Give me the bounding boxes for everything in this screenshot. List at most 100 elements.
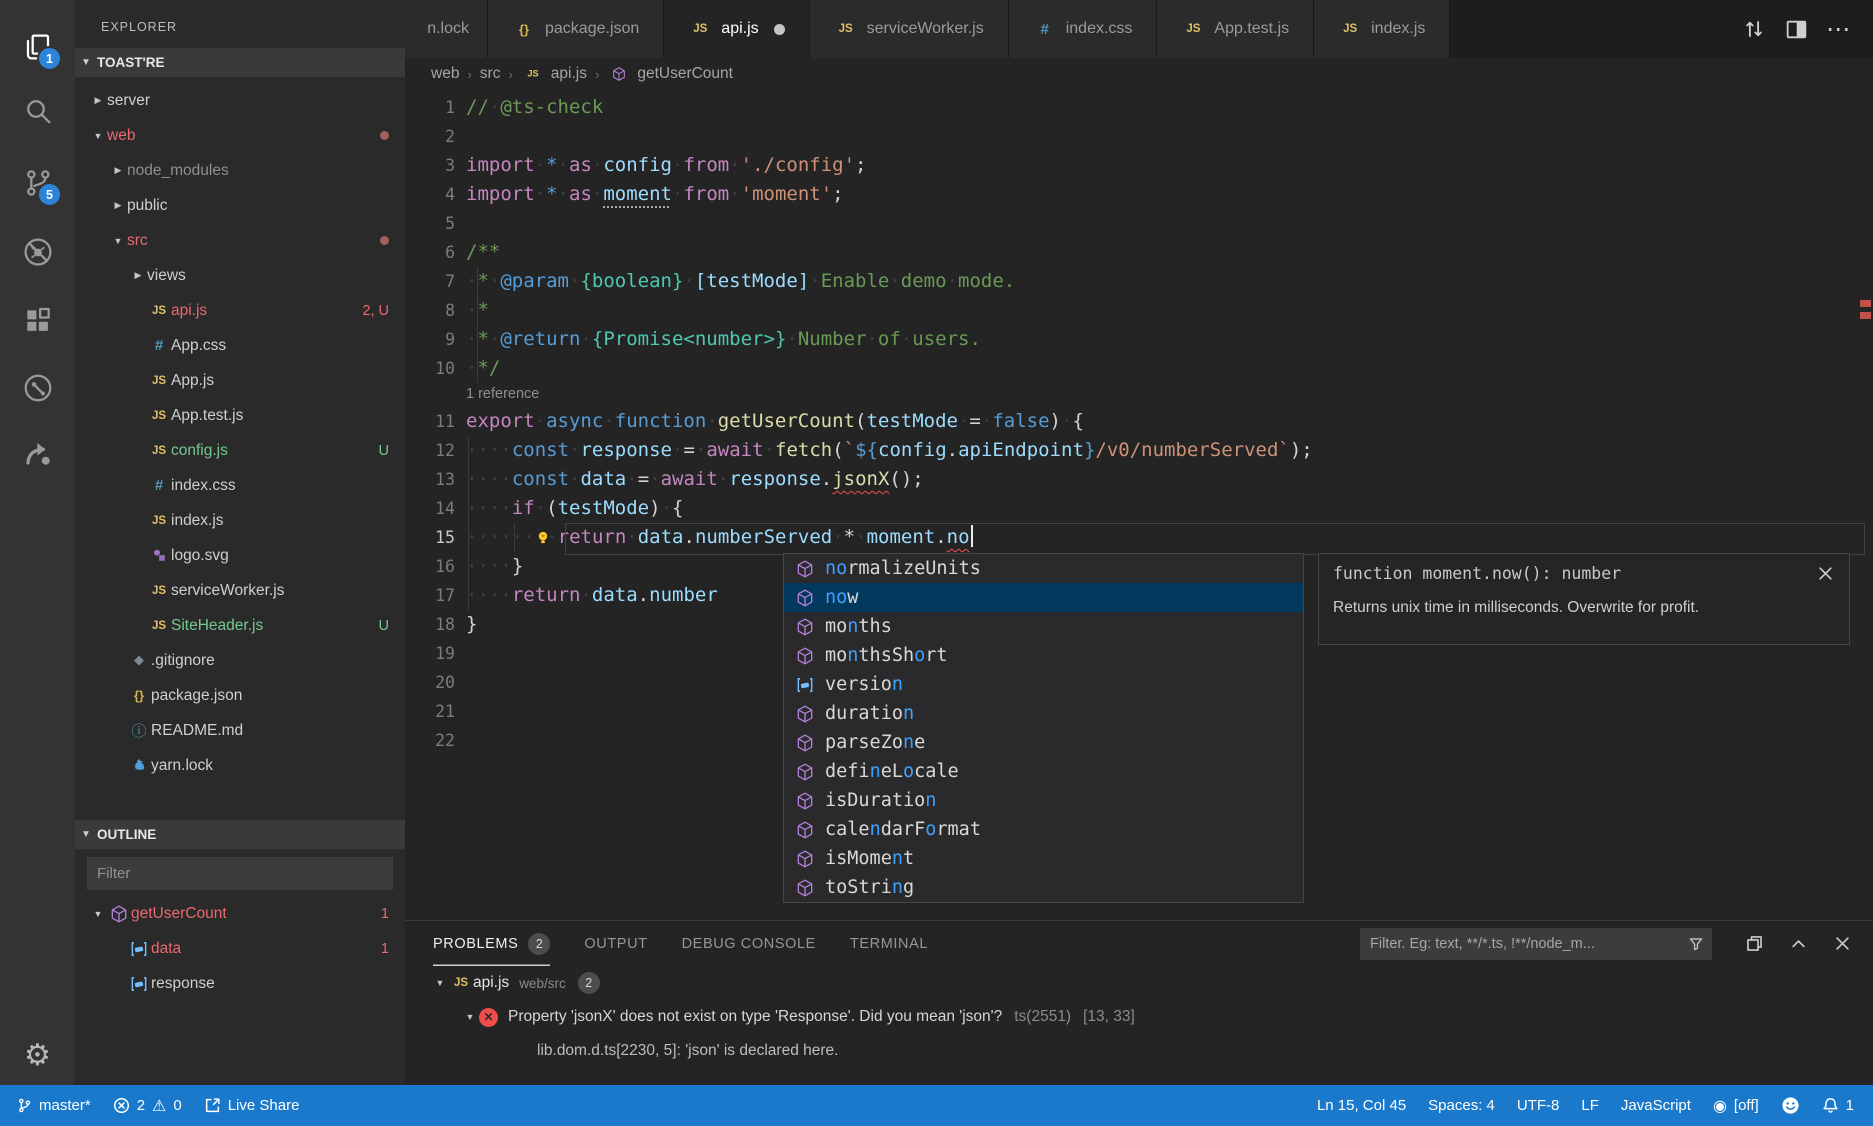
- code-text[interactable]: ····const·data·=·await·response.jsonX();: [466, 465, 924, 494]
- tree-item-logo.svg[interactable]: logo.svg: [75, 538, 405, 573]
- panel-tab-debug-console[interactable]: DEBUG CONSOLE: [682, 921, 816, 966]
- tree-item-index.css[interactable]: #index.css: [75, 468, 405, 503]
- code-line-3[interactable]: 3 import·*·as·config·from·'./config';: [405, 151, 1873, 180]
- activity-item-explorer[interactable]: 1: [0, 22, 75, 72]
- outline-item-getusercount[interactable]: ▼getUserCount1: [75, 896, 405, 931]
- code-line-14[interactable]: 14····if·(testMode)·{: [405, 494, 1873, 523]
- line-number[interactable]: 13: [405, 465, 455, 494]
- tree-item-node_modules[interactable]: ▶node_modules: [75, 153, 405, 188]
- line-number[interactable]: 8: [405, 296, 455, 325]
- line-number[interactable]: 16: [405, 552, 455, 581]
- problems-filter-input[interactable]: [1360, 936, 1688, 952]
- tree-item-public[interactable]: ▶public: [75, 188, 405, 223]
- line-number[interactable]: 14: [405, 494, 455, 523]
- panel-tab-output[interactable]: OUTPUT: [584, 921, 647, 966]
- activity-item-source-control[interactable]: 5: [0, 158, 75, 208]
- lightbulb-icon[interactable]: [531, 523, 555, 552]
- code-text[interactable]: ····}: [466, 552, 523, 581]
- tree-item-serviceworker.js[interactable]: JSserviceWorker.js: [75, 573, 405, 608]
- line-number[interactable]: 20: [405, 668, 455, 697]
- tab-serviceWorker.js[interactable]: JSserviceWorker.js: [810, 0, 1009, 58]
- suggest-item-isDuration[interactable]: isDuration: [784, 786, 1303, 815]
- problems-file-row[interactable]: ▼ JS api.js web/src 2: [405, 966, 1873, 1000]
- panel-tab-problems[interactable]: PROBLEMS2: [433, 921, 550, 966]
- code-text[interactable]: ····const·response·=·await·fetch(`${conf…: [466, 436, 1313, 465]
- project-section-header[interactable]: ▼ TOAST'RE: [75, 48, 405, 77]
- code-line-9[interactable]: 9·*·@return·{Promise<number>}·Number·of·…: [405, 325, 1873, 354]
- breadcrumb-item-web[interactable]: web: [431, 65, 459, 83]
- split-editor-button[interactable]: [1779, 12, 1813, 46]
- code-line-15[interactable]: 15········return·data.numberServed·*·mom…: [405, 523, 1873, 552]
- code-text[interactable]: //·@ts-check: [466, 93, 603, 122]
- breadcrumb-item-src[interactable]: src: [480, 65, 501, 83]
- code-text[interactable]: ·*/: [466, 354, 500, 383]
- problem-error-row[interactable]: ▼ ✕ Property 'jsonX' does not exist on t…: [405, 1000, 1873, 1034]
- tab-api.js[interactable]: JSapi.js: [664, 0, 809, 58]
- outline-item-response[interactable]: response: [75, 966, 405, 1001]
- suggest-item-parseZone[interactable]: parseZone: [784, 728, 1303, 757]
- activity-item-live-share[interactable]: [0, 428, 75, 478]
- tree-item-readme.md[interactable]: ⓘREADME.md: [75, 713, 405, 748]
- tree-item-web[interactable]: ▼web: [75, 118, 405, 153]
- code-text[interactable]: import·*·as·config·from·'./config';: [466, 151, 867, 180]
- tree-item-package.json[interactable]: {}package.json: [75, 678, 405, 713]
- panel-tab-terminal[interactable]: TERMINAL: [850, 921, 928, 966]
- tree-item-views[interactable]: ▶views: [75, 258, 405, 293]
- status-item-screencast-mode[interactable]: ◉[off]: [1702, 1085, 1770, 1126]
- status-item-notifications[interactable]: 1: [1811, 1085, 1865, 1126]
- code-text[interactable]: ····return·data.number: [466, 581, 718, 610]
- line-number[interactable]: 4: [405, 180, 455, 209]
- activity-item-test-explorer[interactable]: [0, 363, 75, 413]
- code-line-13[interactable]: 13 ····const·data·=·await·response.jsonX(…: [405, 465, 1873, 494]
- suggest-item-isMoment[interactable]: isMoment: [784, 844, 1303, 873]
- line-number[interactable]: 2: [405, 122, 455, 151]
- code-text[interactable]: ·*: [466, 296, 489, 325]
- tab-n.lock[interactable]: n.lock: [405, 0, 488, 58]
- suggest-item-monthsShort[interactable]: monthsShort: [784, 641, 1303, 670]
- line-number[interactable]: 5: [405, 209, 455, 238]
- line-number[interactable]: 11: [405, 407, 455, 436]
- suggest-item-toString[interactable]: toString: [784, 873, 1303, 902]
- tree-item-config.js[interactable]: JSconfig.jsU: [75, 433, 405, 468]
- status-item-language-mode[interactable]: JavaScript: [1610, 1085, 1702, 1126]
- tree-item-yarn.lock[interactable]: yarn.lock: [75, 748, 405, 783]
- code-text[interactable]: }: [466, 610, 477, 639]
- problem-related-row[interactable]: lib.dom.d.ts[2230, 5]: 'json' is declare…: [405, 1034, 1873, 1068]
- outline-filter-input[interactable]: [87, 857, 393, 890]
- open-changes-button[interactable]: [1737, 12, 1771, 46]
- code-line-7[interactable]: 7·*·@param·{boolean}·[testMode]·Enable·d…: [405, 267, 1873, 296]
- code-line-2[interactable]: 2: [405, 122, 1873, 151]
- status-item-git-branch[interactable]: master*: [6, 1085, 102, 1126]
- tree-item-src[interactable]: ▼src: [75, 223, 405, 258]
- tree-item-server[interactable]: ▶server: [75, 83, 405, 118]
- code-line-5[interactable]: 5: [405, 209, 1873, 238]
- status-item-cursor-position[interactable]: Ln 15, Col 45: [1306, 1085, 1417, 1126]
- line-number[interactable]: 9: [405, 325, 455, 354]
- status-item-feedback[interactable]: [1770, 1085, 1811, 1126]
- code-line-4[interactable]: 4 import·*·as·moment·from·'moment';: [405, 180, 1873, 209]
- activity-item-extensions[interactable]: [0, 296, 75, 346]
- close-icon[interactable]: [1816, 564, 1835, 583]
- breadcrumb-item-api.js[interactable]: JSapi.js: [521, 65, 587, 83]
- code-text[interactable]: import·*·as·moment·from·'moment';: [466, 180, 844, 209]
- line-number[interactable]: 15: [405, 523, 455, 552]
- line-number[interactable]: 3: [405, 151, 455, 180]
- maximize-panel-button[interactable]: [1783, 928, 1813, 958]
- code-text[interactable]: ·*·@param·{boolean}·[testMode]·Enable·de…: [466, 267, 1015, 296]
- code-text[interactable]: /**: [466, 238, 500, 267]
- dirty-dot-icon[interactable]: [774, 24, 785, 35]
- code-line-12[interactable]: 12····const·response·=·await·fetch(`${co…: [405, 436, 1873, 465]
- outline-section-header[interactable]: ▼ OUTLINE: [75, 820, 405, 849]
- open-in-editor-button[interactable]: [1739, 928, 1769, 958]
- status-item-encoding[interactable]: UTF-8: [1506, 1085, 1571, 1126]
- tab-App.test.js[interactable]: JSApp.test.js: [1157, 0, 1314, 58]
- tree-item-app.css[interactable]: #App.css: [75, 328, 405, 363]
- tree-item-app.test.js[interactable]: JSApp.test.js: [75, 398, 405, 433]
- line-number[interactable]: 22: [405, 726, 455, 755]
- suggest-item-defineLocale[interactable]: defineLocale: [784, 757, 1303, 786]
- suggest-item-duration[interactable]: duration: [784, 699, 1303, 728]
- tab-index.js[interactable]: JSindex.js: [1314, 0, 1450, 58]
- suggest-item-now[interactable]: now: [784, 583, 1303, 612]
- code-line-1[interactable]: 1//·@ts-check: [405, 93, 1873, 122]
- close-panel-button[interactable]: [1827, 928, 1857, 958]
